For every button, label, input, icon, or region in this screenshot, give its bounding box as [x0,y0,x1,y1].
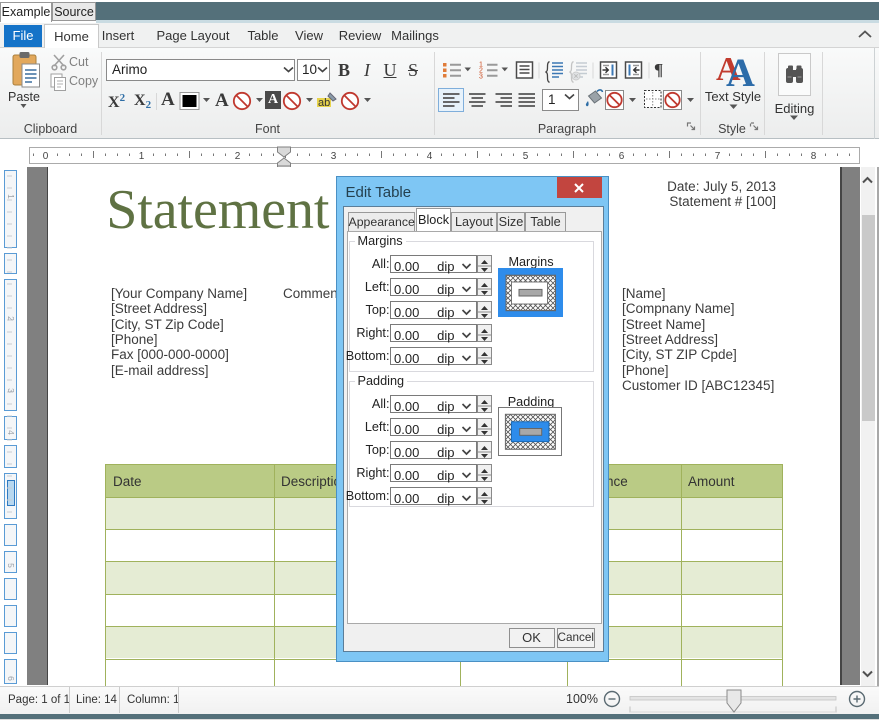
svg-text:ab: ab [318,97,330,109]
svg-text:2: 2 [235,151,241,162]
svg-text:4: 4 [427,151,433,162]
svg-text:3: 3 [479,74,483,81]
svg-text:1: 1 [139,151,145,162]
svg-text:0: 0 [43,151,49,162]
svg-text:6: 6 [619,151,625,162]
svg-text:8: 8 [811,151,817,162]
svg-text:7: 7 [715,151,721,162]
svg-text:5: 5 [523,151,529,162]
svg-text:3: 3 [331,151,337,162]
